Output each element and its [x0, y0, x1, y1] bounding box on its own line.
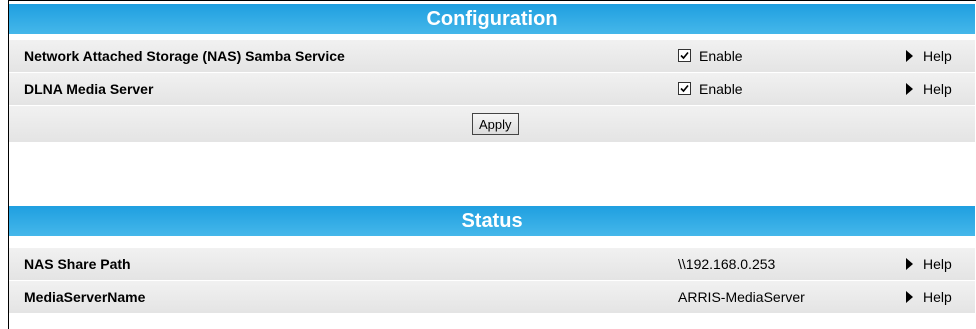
nas-share-path-value: \\192.168.0.253 [678, 256, 776, 272]
status-header: Status [9, 206, 975, 236]
nas-samba-help-link[interactable]: Help [906, 40, 952, 72]
dlna-enable-checkbox[interactable] [678, 82, 691, 95]
triangle-right-icon [906, 50, 913, 62]
nas-samba-enable-control[interactable]: Enable [678, 40, 743, 72]
page-frame: Configuration Network Attached Storage (… [8, 0, 976, 329]
nas-share-path-label: NAS Share Path [24, 256, 131, 272]
checkmark-icon [680, 51, 689, 60]
dlna-enable-control[interactable]: Enable [678, 73, 743, 105]
media-server-name-row: MediaServerName ARRIS-MediaServer Help [9, 280, 975, 313]
media-server-name-help-link[interactable]: Help [906, 281, 952, 313]
triangle-right-icon [906, 291, 913, 303]
nas-samba-enable-label: Enable [699, 48, 743, 64]
apply-row: Apply [9, 105, 975, 142]
help-label: Help [923, 289, 952, 305]
help-label: Help [923, 48, 952, 64]
triangle-right-icon [906, 258, 913, 270]
nas-share-path-row: NAS Share Path \\192.168.0.253 Help [9, 247, 975, 280]
media-server-name-label: MediaServerName [24, 289, 146, 305]
help-label: Help [923, 256, 952, 272]
nas-samba-label: Network Attached Storage (NAS) Samba Ser… [24, 48, 345, 64]
nas-samba-enable-checkbox[interactable] [678, 49, 691, 62]
nas-samba-row: Network Attached Storage (NAS) Samba Ser… [9, 39, 975, 72]
dlna-help-link[interactable]: Help [906, 73, 952, 105]
dlna-label: DLNA Media Server [24, 81, 154, 97]
nas-share-path-help-link[interactable]: Help [906, 248, 952, 280]
configuration-header: Configuration [9, 4, 975, 34]
configuration-title: Configuration [426, 8, 558, 30]
dlna-row: DLNA Media Server Enable Help [9, 72, 975, 105]
status-title: Status [461, 210, 523, 232]
help-label: Help [923, 81, 952, 97]
triangle-right-icon [906, 83, 913, 95]
dlna-enable-label: Enable [699, 81, 743, 97]
checkmark-icon [680, 84, 689, 93]
apply-button[interactable]: Apply [472, 113, 519, 135]
media-server-name-value: ARRIS-MediaServer [678, 289, 805, 305]
